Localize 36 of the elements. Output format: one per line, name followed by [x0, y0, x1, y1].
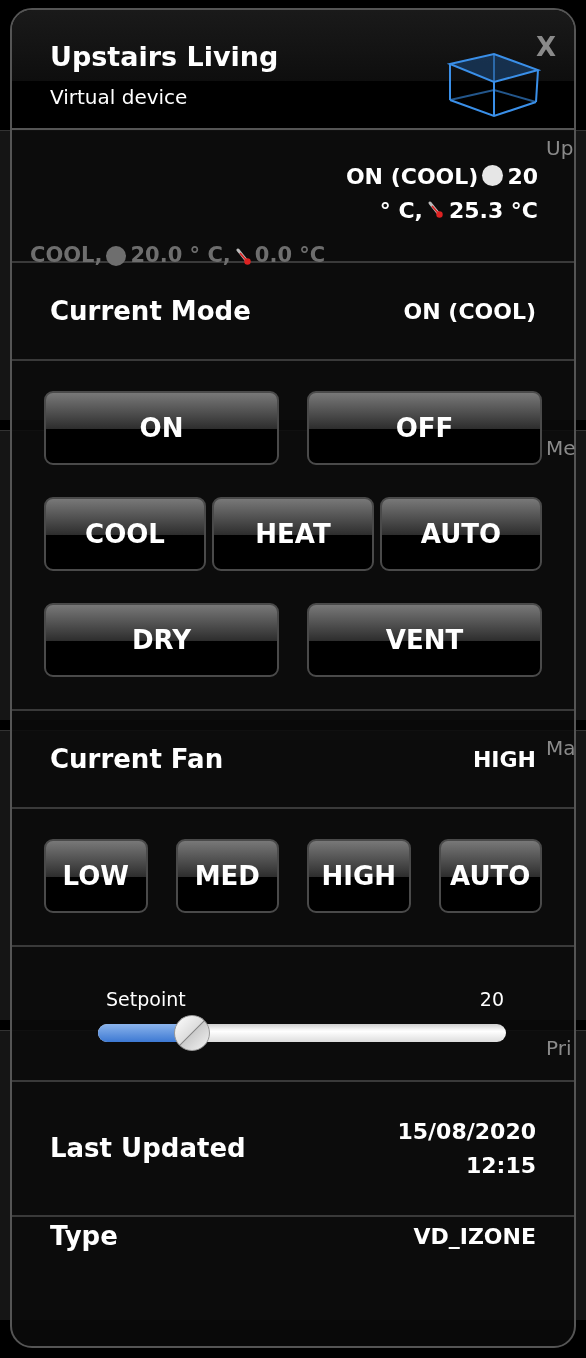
field-value: ON (COOL) — [403, 297, 536, 326]
field-label: Last Updated — [50, 1132, 246, 1165]
field-label: Type — [50, 1220, 118, 1253]
dialog-subtitle: Virtual device — [50, 83, 189, 111]
setpoint-text: 20 — [507, 164, 538, 189]
unit-text: ° C, — [379, 198, 423, 223]
fan-button[interactable]: HIGH — [307, 839, 411, 913]
dialog-title: Upstairs Living — [50, 40, 280, 74]
mode-button[interactable]: COOL — [44, 497, 206, 571]
slider-thumb[interactable] — [173, 1014, 210, 1051]
mode-button[interactable]: ON — [44, 391, 279, 465]
fan-button[interactable]: MED — [175, 839, 279, 913]
mode-button[interactable]: AUTO — [380, 497, 542, 571]
fan-button[interactable]: AUTO — [438, 839, 542, 913]
field-value: 15/08/2020 12:15 — [396, 1117, 536, 1180]
field-label: Current Mode — [50, 294, 251, 328]
mode-button[interactable]: VENT — [307, 603, 542, 677]
close-button[interactable]: X — [535, 28, 556, 67]
mode-button[interactable]: OFF — [307, 391, 542, 465]
mode-text: COOL, — [30, 242, 103, 269]
temperature-text: 0.0 °C — [254, 242, 326, 269]
fan-button[interactable]: LOW — [44, 839, 148, 913]
mode-text: ON (COOL) — [345, 164, 479, 189]
temperature-text: 25.3 °C — [448, 198, 538, 223]
slider-value: 20 — [479, 987, 504, 1012]
field-value: VD_IZONE — [413, 1223, 536, 1251]
slider[interactable] — [98, 1014, 506, 1051]
slider-label: Setpoint — [106, 987, 186, 1012]
mode-button[interactable]: HEAT — [212, 497, 374, 571]
card-title: Ma — [546, 738, 576, 758]
field-label: Current Fan — [50, 742, 224, 776]
card-title: Up — [546, 138, 574, 158]
card-title: Pri — [546, 1038, 572, 1058]
setpoint-text: 20.0 ° C, — [130, 242, 231, 269]
field-value: HIGH — [472, 745, 536, 774]
mode-button[interactable]: DRY — [44, 603, 279, 677]
